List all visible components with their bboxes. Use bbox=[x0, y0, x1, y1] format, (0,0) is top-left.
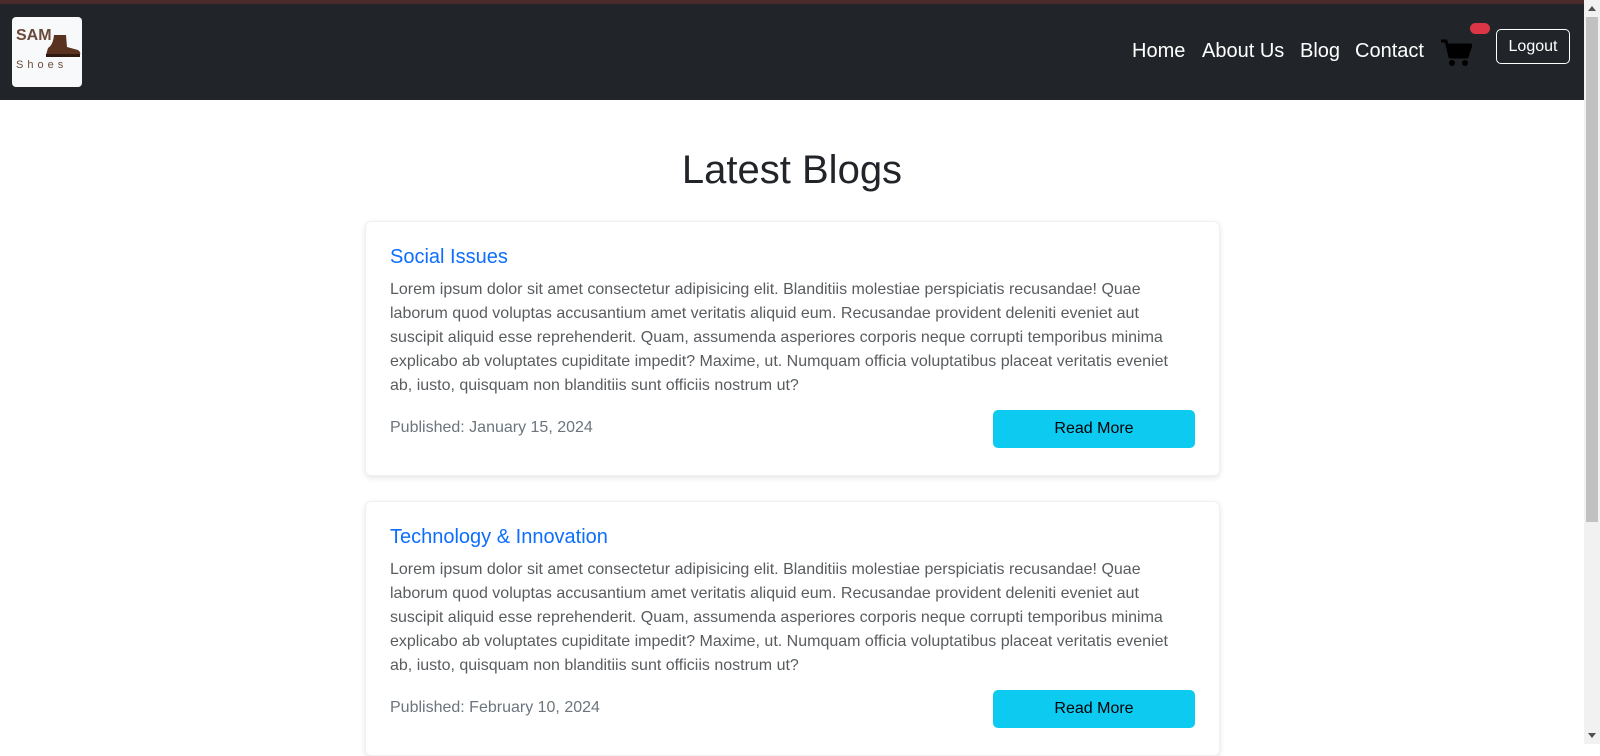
read-more-button[interactable]: Read More bbox=[993, 690, 1195, 728]
blog-title[interactable]: Social Issues bbox=[390, 246, 508, 269]
blog-card: Technology & Innovation Lorem ipsum dolo… bbox=[365, 501, 1220, 756]
nav-link-contact[interactable]: Contact bbox=[1355, 40, 1424, 63]
nav-link-about-us[interactable]: About Us bbox=[1202, 40, 1284, 63]
page-title: Latest Blogs bbox=[681, 148, 903, 192]
blog-excerpt: Lorem ipsum dolor sit amet consectetur a… bbox=[390, 281, 1168, 394]
brand-logo[interactable]: SAM Shoes bbox=[12, 17, 82, 87]
cart-count-badge bbox=[1470, 23, 1490, 34]
scroll-up-arrow-icon[interactable] bbox=[1588, 6, 1596, 11]
cart-button[interactable] bbox=[1440, 38, 1473, 70]
read-more-button[interactable]: Read More bbox=[993, 410, 1195, 448]
boot-icon bbox=[46, 35, 81, 57]
navbar: SAM Shoes Home About Us Blog Contact Log… bbox=[0, 4, 1584, 100]
blog-excerpt: Lorem ipsum dolor sit amet consectetur a… bbox=[390, 561, 1168, 674]
blog-card: Social Issues Lorem ipsum dolor sit amet… bbox=[365, 221, 1220, 476]
scroll-down-arrow-icon[interactable] bbox=[1588, 733, 1596, 738]
scroll-thumb[interactable] bbox=[1586, 17, 1598, 522]
blog-title[interactable]: Technology & Innovation bbox=[390, 526, 608, 549]
logout-button[interactable]: Logout bbox=[1496, 29, 1570, 64]
nav-link-blog[interactable]: Blog bbox=[1300, 40, 1340, 63]
logo-text-bottom: Shoes bbox=[16, 59, 68, 71]
page-scrollbar[interactable] bbox=[1584, 0, 1600, 744]
blog-published-date: Published: February 10, 2024 bbox=[390, 699, 600, 716]
shopping-cart-icon bbox=[1441, 39, 1473, 66]
blog-published-date: Published: January 15, 2024 bbox=[390, 419, 593, 436]
nav-link-home[interactable]: Home bbox=[1132, 40, 1185, 63]
